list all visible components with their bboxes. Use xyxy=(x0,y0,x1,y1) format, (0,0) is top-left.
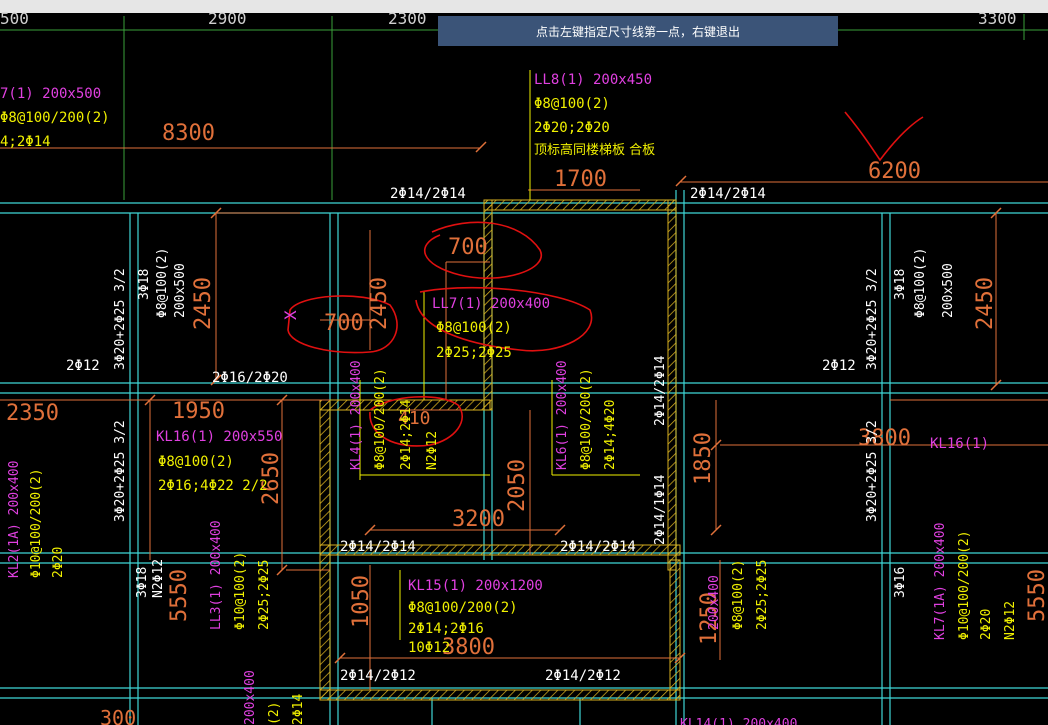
rebar-lowest-a: 2Φ14/2Φ12 xyxy=(340,668,416,684)
kl4-name: KL4(1) 200x400 xyxy=(349,360,364,470)
bottom-partial-stirrup: (2) xyxy=(267,702,282,725)
left-col-size: 200x500 xyxy=(173,263,188,318)
dim-700-b: 700 xyxy=(324,311,364,336)
ll3-name: LL3(1) 200x400 xyxy=(209,520,224,630)
dim-3200: 3200 xyxy=(452,507,505,532)
dim-700-a: 700 xyxy=(448,235,488,260)
dim-5550-b: 5550 xyxy=(1025,569,1048,622)
dim-ticks xyxy=(144,141,1002,664)
kl15-name: KL15(1) 200x1200 xyxy=(408,578,543,594)
lower-right-col-bars2: 3Φ16 xyxy=(893,567,908,598)
rebar-bottom-b: 2Φ14/2Φ14 xyxy=(560,539,636,555)
rebar-mid-left: 2Φ16/2Φ20 xyxy=(212,370,288,386)
mid-vert-bars: 2Φ25;2Φ25 xyxy=(755,560,770,630)
dim-2450-c: 2450 xyxy=(973,277,998,330)
ll3-bars: 2Φ25;2Φ25 xyxy=(257,560,272,630)
bottom-partial-bars: 2Φ14 xyxy=(291,694,306,725)
dim-2050: 2050 xyxy=(505,459,530,512)
kl6-stirrup: Φ8@100/200(2) xyxy=(579,368,594,470)
kl16-left-bars: 2Φ16;4Φ22 2/2 xyxy=(158,478,268,494)
rebar-left-short: 2Φ12 xyxy=(66,358,100,374)
ll7-name: LL7(1) 200x400 xyxy=(432,296,550,312)
left-col-bars2: 3Φ18 xyxy=(137,269,152,300)
dim-1700: 1700 xyxy=(554,167,607,192)
top-dim-2: 2900 xyxy=(208,9,247,28)
kl4-bars: 2Φ14;2Φ14 xyxy=(399,399,414,470)
top-dim-1: 500 xyxy=(0,9,29,28)
kl7-left-bars: 4;2Φ14 xyxy=(0,134,51,150)
left-col-stirrup: Φ8@100(2) xyxy=(155,248,170,318)
kl6-bars: 2Φ14;4Φ20 xyxy=(603,400,618,470)
right-col-bars1: 3Φ20+2Φ25 3/2 xyxy=(865,268,880,370)
kl2-name: KL2(1A) 200x400 xyxy=(7,461,22,578)
rebar-lowest-b: 2Φ14/2Φ12 xyxy=(545,668,621,684)
kl4-stirrup: Φ8@100/200(2) xyxy=(373,368,388,470)
rebar-top-right: 2Φ14/2Φ14 xyxy=(690,186,766,202)
lower-left-col-bars3: N2Φ12 xyxy=(151,559,166,598)
rebar-right-short: 2Φ12 xyxy=(822,358,856,374)
kl7-right-bars: 2Φ20 xyxy=(979,609,994,640)
dim-2450-a: 2450 xyxy=(191,277,216,330)
ll3-stirrup: Φ10@100(2) xyxy=(233,552,248,630)
dimension-lines xyxy=(0,147,1048,690)
dim-x-mark: X xyxy=(281,310,300,320)
ll8-stirrup: Φ8@100(2) xyxy=(534,96,610,112)
lower-right-col-bars1: 3Φ20+2Φ25 3/2 xyxy=(865,420,880,522)
top-dim-3: 2300 xyxy=(388,9,427,28)
dim-1850: 1850 xyxy=(691,432,716,485)
dim-2450-b: 2450 xyxy=(367,277,392,330)
ll8-name: LL8(1) 200x450 xyxy=(534,72,652,88)
rebar-bottom-c: 2Φ14/1Φ14 xyxy=(653,474,668,545)
lower-left-col-bars1: 3Φ20+2Φ25 3/2 xyxy=(113,420,128,522)
top-dim-4: 3300 xyxy=(978,9,1017,28)
command-prompt-banner: 点击左键指定尺寸线第一点，右键退出 xyxy=(438,16,838,46)
bottom-partial-kl14: KL14(1) 200x400 xyxy=(680,717,797,725)
bottom-partial-size: 200x400 xyxy=(243,670,258,725)
ll8-note: 顶标高同楼梯板 合板 xyxy=(534,142,655,158)
dim-300: 300 xyxy=(100,706,136,725)
kl7-left-name: 7(1) 200x500 xyxy=(0,86,101,102)
dim-1950: 1950 xyxy=(172,399,225,424)
dim-2350: 2350 xyxy=(6,401,59,426)
right-col-bars2: 3Φ18 xyxy=(893,269,908,300)
kl15-bars: 2Φ14;2Φ16 xyxy=(408,621,484,637)
ll7-bars: 2Φ25;2Φ25 xyxy=(436,345,512,361)
dim-5550-a: 5550 xyxy=(167,569,192,622)
dim-1050: 1050 xyxy=(349,575,374,628)
ll8-bars: 2Φ20;2Φ20 xyxy=(534,120,610,136)
right-col-stirrup: Φ8@100(2) xyxy=(913,248,928,318)
dim-6200: 6200 xyxy=(868,159,921,184)
mid-vert-stirrup: Φ8@100(2) xyxy=(731,560,746,630)
mid-vert-name: 200x400 xyxy=(707,575,722,630)
kl16-right-name: KL16(1) xyxy=(930,436,989,452)
kl7-right-extra: N2Φ12 xyxy=(1003,601,1018,640)
kl16-left-stirrup: Φ8@100(2) xyxy=(158,454,234,470)
left-col-bars1: 3Φ20+2Φ25 3/2 xyxy=(113,268,128,370)
kl7-right-stirrup: Φ10@100/200(2) xyxy=(957,530,972,640)
rebar-vert-right: 2Φ14/2Φ14 xyxy=(653,355,668,426)
kl2-bars: 2Φ20 xyxy=(51,547,66,578)
right-col-size: 200x500 xyxy=(941,263,956,318)
kl6-name: KL6(1) 200x400 xyxy=(555,360,570,470)
kl15-extra: 10Φ12 xyxy=(408,640,450,656)
kl16-left-name: KL16(1) 200x550 xyxy=(156,429,282,445)
rebar-top-left: 2Φ14/2Φ14 xyxy=(390,186,466,202)
kl15-stirrup: Φ8@100/200(2) xyxy=(408,600,518,616)
dim-8300: 8300 xyxy=(162,121,215,146)
lower-left-col-bars2: 3Φ18 xyxy=(135,567,150,598)
kl2-stirrup: Φ10@100/200(2) xyxy=(29,468,44,578)
ll7-stirrup: Φ8@100(2) xyxy=(436,320,512,336)
kl7-right-name: KL7(1A) 200x400 xyxy=(933,523,948,640)
rebar-bottom-a: 2Φ14/2Φ14 xyxy=(340,539,416,555)
kl7-left-stirrup: Φ8@100/200(2) xyxy=(0,110,110,126)
cad-drawing-canvas[interactable]: 500 2900 2300 3300 8300 6200 1700 700 70… xyxy=(0,0,1048,725)
kl4-extra: N2Φ12 xyxy=(425,431,440,470)
